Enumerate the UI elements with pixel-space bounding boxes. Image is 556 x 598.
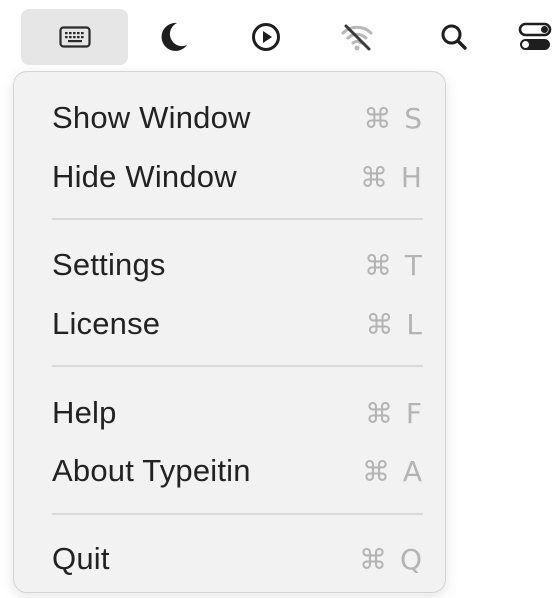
menu-item-show-window[interactable]: Show Window ⌘ S bbox=[38, 91, 424, 145]
menu-bar bbox=[0, 0, 556, 74]
menu-item-help[interactable]: Help ⌘ F bbox=[38, 386, 424, 440]
keyboard-icon[interactable] bbox=[21, 9, 128, 65]
shortcut-label: ⌘ F bbox=[364, 396, 424, 430]
menu-item-license[interactable]: License ⌘ L bbox=[38, 297, 424, 351]
menu-item-hide-window[interactable]: Hide Window ⌘ H bbox=[38, 150, 424, 204]
menu-item-settings[interactable]: Settings ⌘ T bbox=[38, 238, 424, 292]
control-center-icon[interactable] bbox=[514, 9, 556, 65]
search-icon[interactable] bbox=[428, 9, 480, 65]
shortcut-label: ⌘ A bbox=[361, 454, 424, 488]
shortcut-label: ⌘ H bbox=[360, 160, 424, 194]
menu-item-label: Hide Window bbox=[52, 159, 237, 194]
moon-icon[interactable] bbox=[148, 9, 200, 65]
dropdown-menu: Show Window ⌘ S Hide Window ⌘ H Settings… bbox=[13, 71, 446, 593]
shortcut-label: ⌘ T bbox=[363, 248, 424, 282]
menu-separator bbox=[52, 513, 423, 515]
wifi-off-icon[interactable] bbox=[331, 9, 383, 65]
menu-item-label: Show Window bbox=[52, 100, 251, 135]
shortcut-label: ⌘ L bbox=[365, 307, 424, 341]
menu-item-label: Settings bbox=[52, 247, 166, 282]
menu-separator bbox=[52, 365, 423, 367]
menu-item-label: License bbox=[52, 306, 161, 341]
menu-item-quit[interactable]: Quit ⌘ Q bbox=[38, 532, 424, 586]
menu-item-label: Help bbox=[52, 395, 117, 430]
menu-item-label: Quit bbox=[52, 541, 110, 576]
menu-separator bbox=[52, 218, 423, 220]
play-circle-icon[interactable] bbox=[240, 9, 292, 65]
shortcut-label: ⌘ Q bbox=[359, 542, 424, 576]
menu-item-about[interactable]: About Typeitin ⌘ A bbox=[38, 444, 424, 498]
menu-item-label: About Typeitin bbox=[52, 453, 251, 488]
shortcut-label: ⌘ S bbox=[363, 101, 424, 135]
